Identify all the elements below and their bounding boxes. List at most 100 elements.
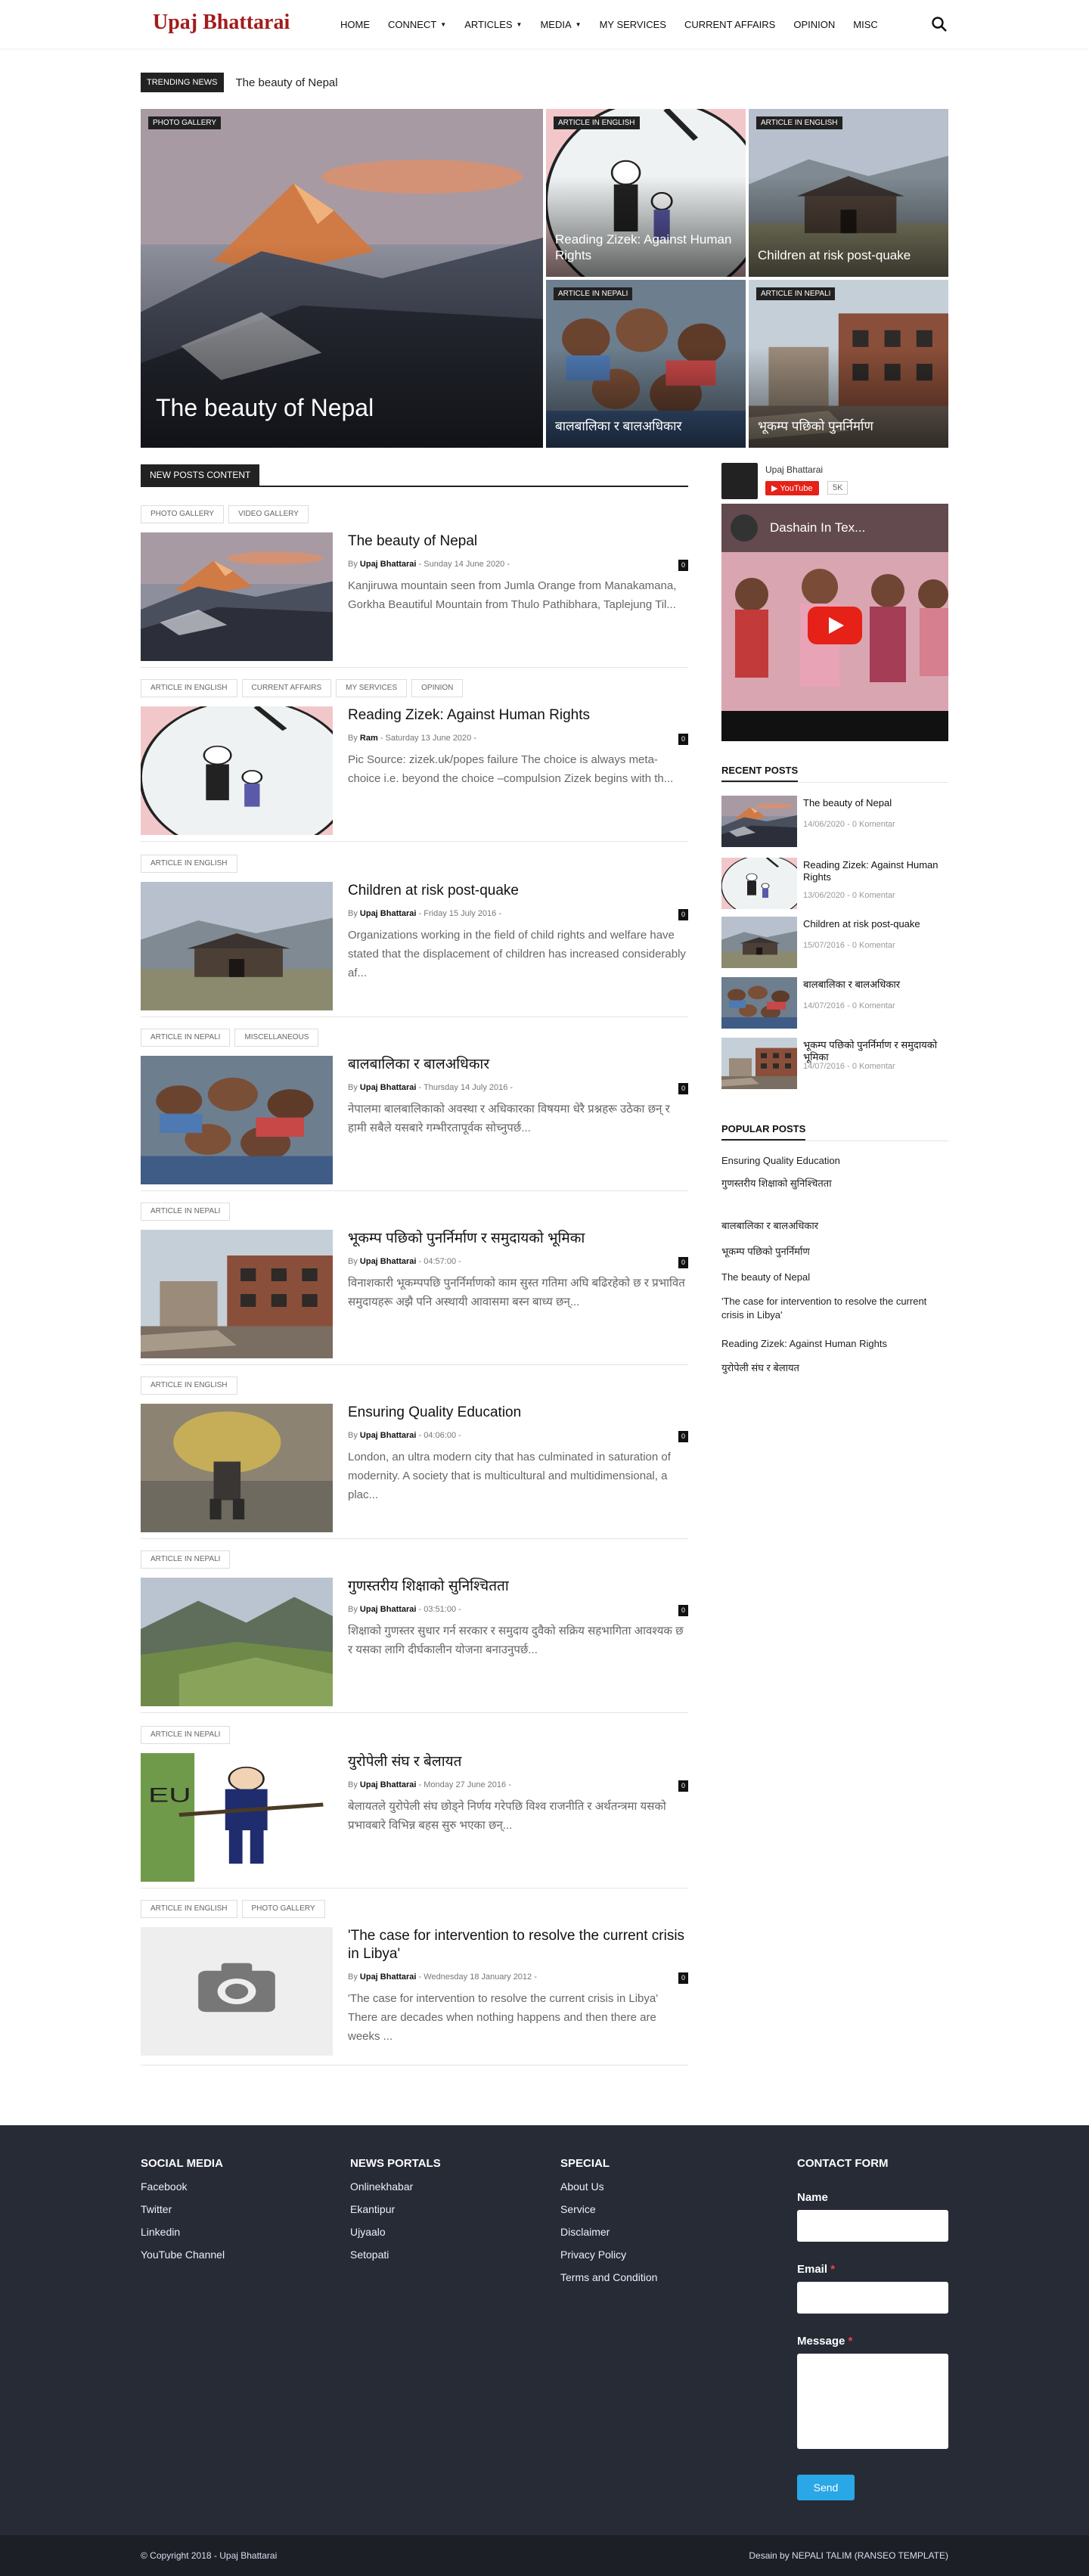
nav-misc[interactable]: MISC <box>853 19 878 30</box>
channel-avatar[interactable] <box>721 463 758 499</box>
post-thumbnail[interactable] <box>141 1404 333 1532</box>
post-thumbnail[interactable] <box>141 1578 333 1706</box>
popular-post-link[interactable]: Reading Zizek: Against Human Rights <box>721 1337 948 1351</box>
tag-badge[interactable]: PHOTO GALLERY <box>141 505 225 523</box>
comment-count[interactable]: 0 <box>678 1605 688 1616</box>
hero-tile[interactable]: ARTICLE IN ENGLISH Reading Zizek: Agains… <box>546 109 746 277</box>
recent-post-title[interactable]: The beauty of Nepal <box>803 797 947 809</box>
post-author[interactable]: Upaj Bhattarai <box>360 1780 417 1789</box>
footer-link-facebook[interactable]: Facebook <box>141 2180 225 2193</box>
tag-badge[interactable]: ARTICLE IN ENGLISH <box>141 1900 237 1918</box>
site-logo[interactable]: Upaj Bhattarai <box>153 11 290 35</box>
message-field[interactable] <box>797 2354 948 2449</box>
hero-title[interactable]: The beauty of Nepal <box>156 393 534 422</box>
nav-home[interactable]: HOME <box>340 19 370 30</box>
category-badge[interactable]: ARTICLE IN ENGLISH <box>554 116 640 129</box>
hero-tile[interactable]: ARTICLE IN ENGLISH Children at risk post… <box>749 109 948 277</box>
footer-link-twitter[interactable]: Twitter <box>141 2203 225 2215</box>
channel-name[interactable]: Upaj Bhattarai <box>765 464 823 475</box>
post-thumbnail[interactable] <box>141 1230 333 1358</box>
comment-count[interactable]: 0 <box>678 1257 688 1268</box>
recent-post-title[interactable]: बालबालिका र बालअधिकार <box>803 979 947 991</box>
post-author[interactable]: Upaj Bhattarai <box>360 1431 417 1440</box>
tag-badge[interactable]: ARTICLE IN ENGLISH <box>141 679 237 697</box>
nav-opinion[interactable]: OPINION <box>793 19 835 30</box>
recent-post-thumbnail[interactable] <box>721 796 797 847</box>
post-author[interactable]: Upaj Bhattarai <box>360 909 417 918</box>
tag-badge[interactable]: OPINION <box>411 679 464 697</box>
comment-count[interactable]: 0 <box>678 1083 688 1094</box>
comment-count[interactable]: 0 <box>678 1972 688 1984</box>
post-author[interactable]: Upaj Bhattarai <box>360 1083 417 1092</box>
footer-link-ekantipur[interactable]: Ekantipur <box>350 2203 441 2215</box>
email-field[interactable] <box>797 2282 948 2314</box>
video-title[interactable]: Dashain In Tex... <box>770 520 865 535</box>
recent-post-thumbnail[interactable] <box>721 858 797 909</box>
nav-my-services[interactable]: MY SERVICES <box>600 19 666 30</box>
tag-badge[interactable]: ARTICLE IN NEPALI <box>141 1029 231 1047</box>
post-thumbnail[interactable] <box>141 1927 333 2056</box>
nav-current-affairs[interactable]: CURRENT AFFAIRS <box>684 19 775 30</box>
footer-link-onlinekhabar[interactable]: Onlinekhabar <box>350 2180 441 2193</box>
tag-badge[interactable]: CURRENT AFFAIRS <box>241 679 332 697</box>
design-credit[interactable]: Desain by NEPALI TALIM (RANSEO TEMPLATE) <box>749 2550 948 2561</box>
popular-post-link[interactable]: 'The case for intervention to resolve th… <box>721 1295 948 1322</box>
footer-link-setopati[interactable]: Setopati <box>350 2249 441 2261</box>
footer-link-about[interactable]: About Us <box>560 2180 657 2193</box>
search-icon[interactable] <box>930 15 948 33</box>
post-author[interactable]: Upaj Bhattarai <box>360 560 417 569</box>
post-thumbnail[interactable] <box>141 1056 333 1184</box>
recent-post-title[interactable]: भूकम्प पछिको पुनर्निर्माण र समुदायको भूम… <box>803 1039 947 1063</box>
comment-count[interactable]: 0 <box>678 560 688 571</box>
youtube-subscribe-button[interactable]: ▶ YouTube <box>765 481 819 495</box>
footer-link-disclaimer[interactable]: Disclaimer <box>560 2226 657 2238</box>
post-title[interactable]: The beauty of Nepal <box>348 532 688 551</box>
popular-post-link[interactable]: The beauty of Nepal <box>721 1271 948 1284</box>
hero-tile[interactable]: ARTICLE IN NEPALI बालबालिका र बालअधिकार <box>546 280 746 448</box>
post-thumbnail[interactable] <box>141 532 333 661</box>
post-thumbnail[interactable] <box>141 706 333 835</box>
tag-badge[interactable]: ARTICLE IN ENGLISH <box>141 1376 237 1395</box>
recent-post-thumbnail[interactable] <box>721 977 797 1029</box>
category-badge[interactable]: ARTICLE IN ENGLISH <box>756 116 842 129</box>
post-thumbnail[interactable] <box>141 882 333 1010</box>
nav-connect[interactable]: CONNECT ▼ <box>388 19 446 30</box>
comment-count[interactable]: 0 <box>678 1780 688 1792</box>
tag-badge[interactable]: MISCELLANEOUS <box>234 1029 319 1047</box>
trending-link[interactable]: The beauty of Nepal <box>236 76 338 89</box>
post-author[interactable]: Upaj Bhattarai <box>360 1972 417 1982</box>
tag-badge[interactable]: ARTICLE IN ENGLISH <box>141 855 237 873</box>
hero-tile-main[interactable]: PHOTO GALLERY The beauty of Nepal <box>141 109 543 448</box>
popular-post-link[interactable]: भूकम्प पछिको पुनर्निर्माण <box>721 1245 948 1259</box>
hero-title[interactable]: Reading Zizek: Against Human Rights <box>555 231 737 263</box>
footer-link-linkedin[interactable]: Linkedin <box>141 2226 225 2238</box>
tag-badge[interactable]: VIDEO GALLERY <box>228 505 309 523</box>
recent-post-title[interactable]: Reading Zizek: Against Human Rights <box>803 859 947 883</box>
post-title[interactable]: बालबालिका र बालअधिकार <box>348 1056 688 1074</box>
hero-title[interactable]: बालबालिका र बालअधिकार <box>555 418 737 434</box>
footer-link-terms[interactable]: Terms and Condition <box>560 2271 657 2283</box>
popular-post-link[interactable]: Ensuring Quality Education <box>721 1154 948 1168</box>
popular-post-link[interactable]: बालबालिका र बालअधिकार <box>721 1219 948 1233</box>
play-button-icon[interactable] <box>808 607 862 644</box>
recent-post-title[interactable]: Children at risk post-quake <box>803 918 947 930</box>
tag-badge[interactable]: ARTICLE IN NEPALI <box>141 1550 231 1569</box>
tag-badge[interactable]: PHOTO GALLERY <box>241 1900 325 1918</box>
post-title[interactable]: Reading Zizek: Against Human Rights <box>348 706 688 725</box>
post-author[interactable]: Upaj Bhattarai <box>360 1257 417 1266</box>
nav-articles[interactable]: ARTICLES ▼ <box>464 19 522 30</box>
send-button[interactable]: Send <box>797 2475 855 2500</box>
footer-link-service[interactable]: Service <box>560 2203 657 2215</box>
comment-count[interactable]: 0 <box>678 1431 688 1442</box>
footer-link-youtube[interactable]: YouTube Channel <box>141 2249 225 2261</box>
post-title[interactable]: Ensuring Quality Education <box>348 1404 688 1422</box>
footer-link-privacy[interactable]: Privacy Policy <box>560 2249 657 2261</box>
tag-badge[interactable]: ARTICLE IN NEPALI <box>141 1726 231 1744</box>
hero-title[interactable]: Children at risk post-quake <box>758 247 939 263</box>
popular-post-link[interactable]: गुणस्तरीय शिक्षाको सुनिश्चितता <box>721 1177 948 1190</box>
post-title[interactable]: Children at risk post-quake <box>348 882 688 900</box>
comment-count[interactable]: 0 <box>678 909 688 920</box>
tag-badge[interactable]: MY SERVICES <box>336 679 408 697</box>
comment-count[interactable]: 0 <box>678 734 688 745</box>
post-title[interactable]: भूकम्प पछिको पुनर्निर्माण र समुदायको भूम… <box>348 1230 688 1248</box>
